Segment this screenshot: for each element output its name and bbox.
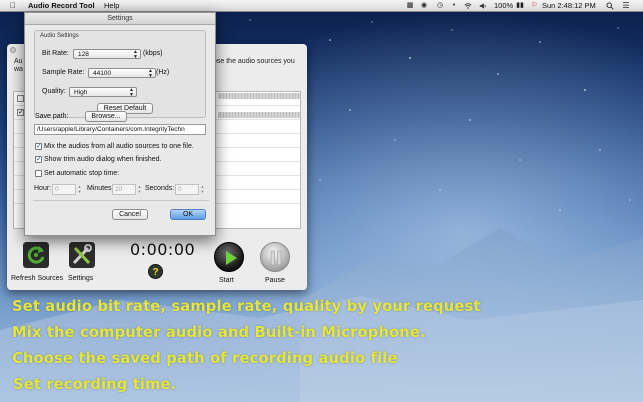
- show-trim-checkbox[interactable]: ✓: [35, 156, 42, 163]
- help-icon[interactable]: ?: [148, 264, 163, 279]
- battery-icon: ▮▮: [516, 2, 524, 9]
- apple-icon[interactable]: : [10, 0, 16, 12]
- level-meter: [218, 93, 300, 99]
- notification-center-icon[interactable]: ☰: [622, 2, 630, 10]
- select-arrows-icon: ▲ ▼: [133, 49, 138, 60]
- window-close-button[interactable]: [10, 47, 16, 53]
- seconds-field[interactable]: 0: [175, 184, 199, 195]
- settings-label: Settings: [68, 275, 94, 282]
- sample-rate-label: Sample Rate:: [42, 69, 85, 76]
- hour-label: Hour:: [34, 185, 52, 192]
- pause-label: Pause: [265, 277, 285, 284]
- bottom-toolbar: Refresh Sources Settings 0:00:00 ? Start…: [7, 234, 307, 290]
- play-icon: [226, 251, 237, 265]
- sample-rate-unit: (Hz): [156, 69, 170, 76]
- sample-rate-value: 44100: [93, 70, 112, 77]
- time-machine-icon[interactable]: ◷: [436, 2, 444, 10]
- bit-rate-select[interactable]: 128 ▲ ▼: [73, 49, 141, 59]
- menu-clock[interactable]: Sun 2:48:12 PM: [542, 0, 596, 12]
- settings-title: Settings: [25, 13, 215, 25]
- pause-icon: [270, 250, 282, 266]
- promo-line-2: Mix the computer audio and Built-in Micr…: [12, 323, 426, 341]
- source-checkbox[interactable]: ✓: [17, 109, 24, 116]
- sync-icon[interactable]: ◉: [420, 2, 428, 10]
- app-menu[interactable]: Audio Record Tool: [28, 0, 95, 12]
- quality-value: High: [74, 89, 88, 96]
- promo-line-4: Set recording time.: [13, 375, 177, 393]
- instruction-text-start: Au: [14, 58, 23, 65]
- start-label: Start: [219, 277, 234, 284]
- source-checkbox[interactable]: [17, 95, 24, 102]
- volume-icon[interactable]: [479, 2, 487, 10]
- save-path-label: Save path:: [35, 113, 69, 120]
- auto-stop-checkbox[interactable]: [35, 170, 42, 177]
- select-arrows-icon: ▲ ▼: [129, 87, 134, 98]
- promo-line-3: Choose the saved path of recording audio…: [12, 349, 398, 367]
- battery-status[interactable]: 100%: [494, 0, 513, 12]
- help-menu[interactable]: Help: [104, 0, 119, 12]
- cancel-button[interactable]: Cancel: [112, 209, 148, 220]
- sample-rate-select[interactable]: 44100 ▲ ▼: [88, 68, 156, 78]
- mix-audio-label: Mix the audios from all audio sources to…: [44, 143, 194, 150]
- menu-bar:  Audio Record Tool Help ▩ ◉ ◷ • 100% ▮▮…: [0, 0, 643, 12]
- bit-rate-label: Bit Rate:: [42, 50, 69, 57]
- save-path-field[interactable]: /Users/apple/Library/Containers/com.Inte…: [34, 124, 206, 135]
- quality-select[interactable]: High ▲ ▼: [69, 87, 137, 97]
- mix-audio-checkbox[interactable]: ✓: [35, 143, 42, 150]
- auto-stop-label: Set automatic stop time:: [44, 170, 120, 177]
- recording-timer: 0:00:00: [130, 240, 196, 259]
- promo-line-1: Set audio bit rate, sample rate, quality…: [12, 297, 481, 315]
- bluetooth-icon[interactable]: •: [450, 2, 458, 10]
- audio-settings-title: Audio Settings: [40, 33, 79, 39]
- level-meter: [218, 112, 300, 118]
- quality-label: Quality:: [42, 88, 66, 95]
- pause-button[interactable]: [260, 242, 290, 272]
- start-button[interactable]: [214, 242, 244, 272]
- bit-rate-value: 128: [78, 51, 89, 58]
- instruction-text-start-2: wa: [14, 66, 23, 73]
- refresh-sources-label: Refresh Sources: [11, 275, 64, 282]
- seconds-label: Seconds:: [145, 185, 175, 192]
- settings-button[interactable]: [69, 242, 95, 268]
- show-trim-label: Show trim audio dialog when finished.: [44, 156, 162, 163]
- bit-rate-unit: (kbps): [143, 50, 163, 57]
- hour-field[interactable]: 0: [52, 184, 76, 195]
- spotlight-icon[interactable]: [606, 2, 614, 10]
- refresh-sources-button[interactable]: [23, 242, 49, 268]
- instruction-text: ose the audio sources you: [213, 58, 295, 65]
- seconds-stepper[interactable]: ▲ ▼: [200, 184, 205, 195]
- divider: [33, 200, 209, 201]
- minutes-stepper[interactable]: ▲ ▼: [137, 184, 142, 195]
- settings-dialog: Settings Audio Settings Bit Rate: 128 ▲ ▼…: [24, 12, 216, 236]
- wifi-icon[interactable]: [464, 2, 472, 10]
- audio-settings-group: Audio Settings Bit Rate: 128 ▲ ▼ (kbps) S…: [34, 30, 206, 118]
- ok-button[interactable]: OK: [170, 209, 206, 220]
- hour-stepper[interactable]: ▲ ▼: [77, 184, 82, 195]
- minutes-field[interactable]: 20: [112, 184, 136, 195]
- flag-icon[interactable]: ⚐: [530, 2, 539, 10]
- minutes-label: Minutes:: [87, 185, 114, 192]
- select-arrows-icon: ▲ ▼: [148, 68, 153, 79]
- browse-button[interactable]: Browse...: [85, 111, 127, 122]
- keyboard-icon[interactable]: ▩: [406, 2, 414, 10]
